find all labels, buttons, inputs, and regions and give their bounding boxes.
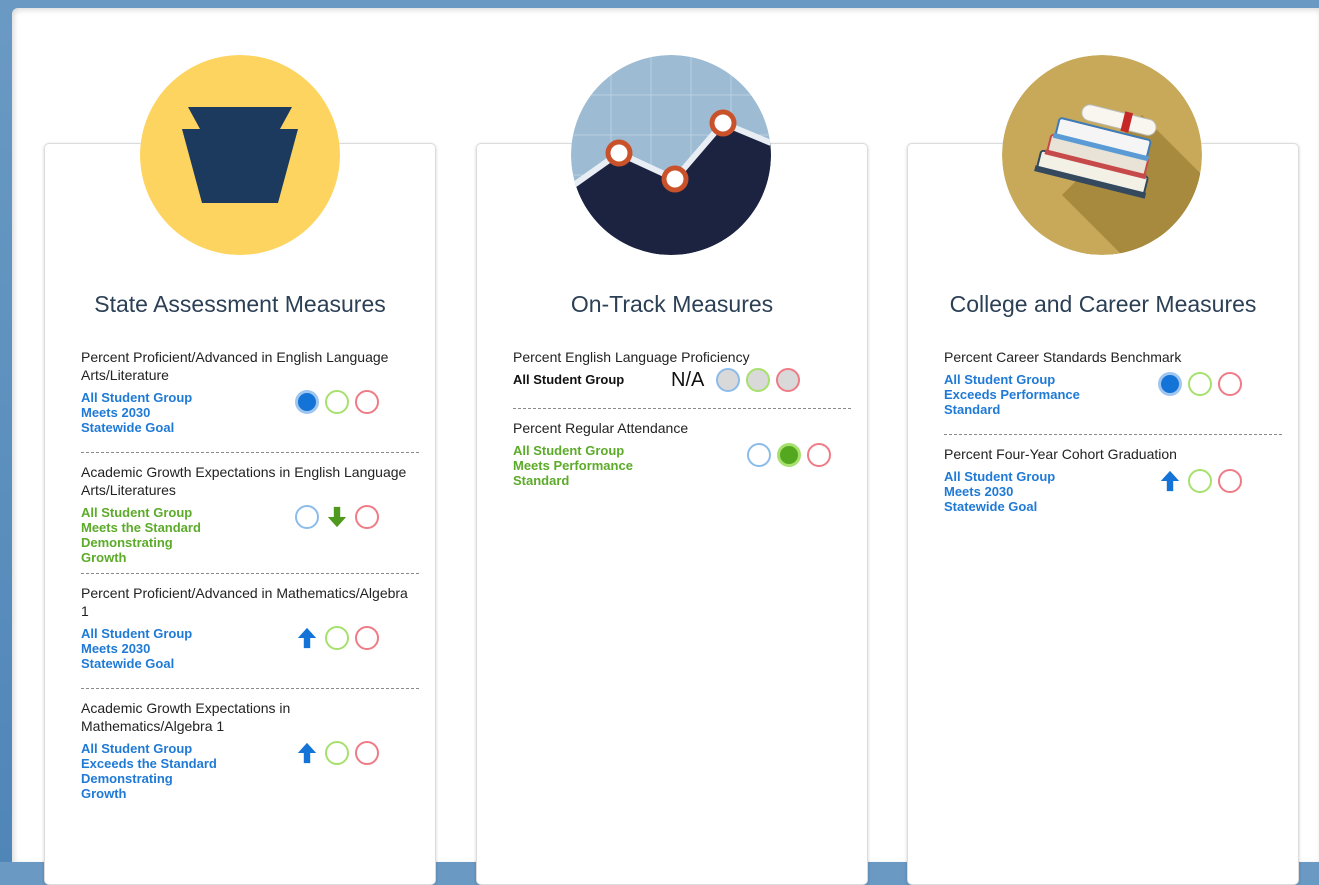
performance-indicators bbox=[295, 390, 379, 414]
status-line: Demonstrating bbox=[81, 771, 173, 786]
status-line: Exceeds Performance bbox=[944, 387, 1080, 402]
status-line: Growth bbox=[81, 550, 127, 565]
ring-red-indicator-icon bbox=[807, 443, 831, 467]
filled-green-indicator-icon bbox=[777, 443, 801, 467]
arrow-down-icon bbox=[325, 505, 349, 529]
performance-indicators bbox=[295, 626, 379, 650]
gray-red-indicator-icon bbox=[776, 368, 801, 392]
status-line: Meets 2030 bbox=[81, 641, 151, 656]
gray-blue-indicator-icon bbox=[716, 368, 741, 392]
measure-status: All Student Group Meets 2030 Statewide Goa… bbox=[944, 469, 1129, 514]
measure-status-row: All Student Group Meets 2030 Statewide Goa… bbox=[944, 469, 1282, 523]
ring-green-indicator-icon bbox=[325, 390, 349, 414]
measure-status: All Student Group Exceeds the Standard Dem… bbox=[81, 741, 266, 801]
status-line: Meets 2030 bbox=[81, 405, 151, 420]
measure-item: Percent English Language Proficiency All … bbox=[513, 342, 851, 400]
measure-status-row: All Student Group Meets Performance Standa… bbox=[513, 443, 851, 497]
performance-indicators bbox=[295, 505, 379, 529]
arrow-up-icon bbox=[295, 626, 319, 650]
measure-item: Academic Growth Expectations in English … bbox=[81, 452, 419, 565]
card-title: On-Track Measures bbox=[570, 291, 774, 317]
measure-status-row: All Student Group Meets 2030 Statewide Goa… bbox=[81, 390, 419, 444]
measure-item: Percent Regular Attendance All Student Gr… bbox=[513, 408, 851, 497]
ring-red-indicator-icon bbox=[1218, 469, 1242, 493]
measure-item: Percent Four-Year Cohort Graduation All S… bbox=[944, 434, 1282, 523]
status-line: Meets the Standard bbox=[81, 520, 201, 535]
ring-green-indicator-icon bbox=[325, 626, 349, 650]
measure-status-row: All Student Group Meets 2030 Statewide Goa… bbox=[81, 626, 419, 680]
gray-green-indicator-icon bbox=[746, 368, 771, 392]
measure-title: Academic Growth Expectations in Mathemat… bbox=[81, 700, 291, 734]
performance-indicators: N/A bbox=[671, 368, 801, 392]
measure-status: All Student Group Meets Performance Standa… bbox=[513, 443, 698, 488]
status-line: All Student Group bbox=[81, 505, 193, 520]
measure-title: Percent Four-Year Cohort Graduation bbox=[944, 446, 1177, 462]
keystone-icon bbox=[140, 55, 340, 255]
status-line: Exceeds the Standard bbox=[81, 756, 217, 771]
arrow-up-icon bbox=[1158, 469, 1182, 493]
ring-red-indicator-icon bbox=[355, 390, 379, 414]
filled-blue-indicator-icon bbox=[1158, 372, 1182, 396]
ring-red-indicator-icon bbox=[1218, 372, 1242, 396]
card-title: College and Career Measures bbox=[949, 291, 1257, 317]
status-line: All Student Group bbox=[81, 626, 193, 641]
measure-list: Percent Career Standards Benchmark All St… bbox=[944, 342, 1282, 523]
ring-red-indicator-icon bbox=[355, 626, 379, 650]
performance-indicators bbox=[1158, 469, 1242, 493]
measure-status: All Student Group Meets 2030 Statewide Goa… bbox=[81, 626, 266, 671]
measure-item: Percent Career Standards Benchmark All St… bbox=[944, 342, 1282, 426]
status-line: Statewide Goal bbox=[81, 420, 175, 435]
status-line: All Student Group bbox=[81, 390, 193, 405]
ring-green-indicator-icon bbox=[1188, 469, 1212, 493]
na-label: N/A bbox=[671, 368, 705, 391]
measure-status: All Student Group Exceeds Performance Stan… bbox=[944, 372, 1129, 417]
measure-title: Percent Regular Attendance bbox=[513, 420, 689, 436]
measure-status-row: All Student Group Meets the Standard Demon… bbox=[81, 505, 419, 565]
status-line: Statewide Goal bbox=[81, 656, 175, 671]
measure-status: All Student Group Meets the Standard Demon… bbox=[81, 505, 266, 565]
measure-list: Percent Proficient/Advanced in English L… bbox=[81, 342, 419, 801]
measure-title: Percent Proficient/Advanced in Mathemati… bbox=[81, 585, 408, 619]
status-line: Meets Performance bbox=[513, 458, 633, 473]
status-line: Demonstrating bbox=[81, 535, 173, 550]
performance-indicators bbox=[295, 741, 379, 765]
ring-green-indicator-icon bbox=[1188, 372, 1212, 396]
ring-red-indicator-icon bbox=[355, 741, 379, 765]
status-line: Statewide Goal bbox=[944, 499, 1038, 514]
measure-title: Academic Growth Expectations in English … bbox=[81, 464, 407, 498]
status-line: All Student Group bbox=[81, 741, 193, 756]
line-chart-icon bbox=[571, 55, 771, 255]
status-line: All Student Group bbox=[944, 372, 1056, 387]
status-line: All Student Group bbox=[513, 443, 625, 458]
ring-blue-indicator-icon bbox=[747, 443, 771, 467]
measure-item: Academic Growth Expectations in Mathemat… bbox=[81, 688, 419, 801]
measure-list: Percent English Language Proficiency All … bbox=[513, 342, 851, 497]
measure-status-row: All Student Group N/A bbox=[513, 368, 851, 400]
ring-green-indicator-icon bbox=[325, 741, 349, 765]
status-line: Standard bbox=[944, 402, 1001, 417]
measure-item: Percent Proficient/Advanced in Mathemati… bbox=[81, 573, 419, 680]
books-diploma-icon bbox=[1002, 55, 1202, 255]
performance-indicators bbox=[1158, 372, 1242, 396]
ring-red-indicator-icon bbox=[355, 505, 379, 529]
status-line: Standard bbox=[513, 473, 570, 488]
card-title: State Assessment Measures bbox=[94, 291, 386, 317]
status-line: Meets 2030 bbox=[944, 484, 1014, 499]
measure-status-row: All Student Group Exceeds the Standard Dem… bbox=[81, 741, 419, 801]
status-line: All Student Group bbox=[944, 469, 1056, 484]
measure-title: Percent Career Standards Benchmark bbox=[944, 349, 1182, 365]
measure-status-row: All Student Group Exceeds Performance Stan… bbox=[944, 372, 1282, 426]
measure-title: Percent Proficient/Advanced in English L… bbox=[81, 349, 389, 383]
performance-indicators bbox=[747, 443, 831, 467]
measure-status: All Student Group Meets 2030 Statewide Goa… bbox=[81, 390, 266, 435]
filled-blue-indicator-icon bbox=[295, 390, 319, 414]
measure-title: Percent English Language Proficiency bbox=[513, 349, 750, 365]
measure-item: Percent Proficient/Advanced in English L… bbox=[81, 342, 419, 444]
ring-blue-indicator-icon bbox=[295, 505, 319, 529]
status-line: Growth bbox=[81, 786, 127, 801]
arrow-up-icon bbox=[295, 741, 319, 765]
